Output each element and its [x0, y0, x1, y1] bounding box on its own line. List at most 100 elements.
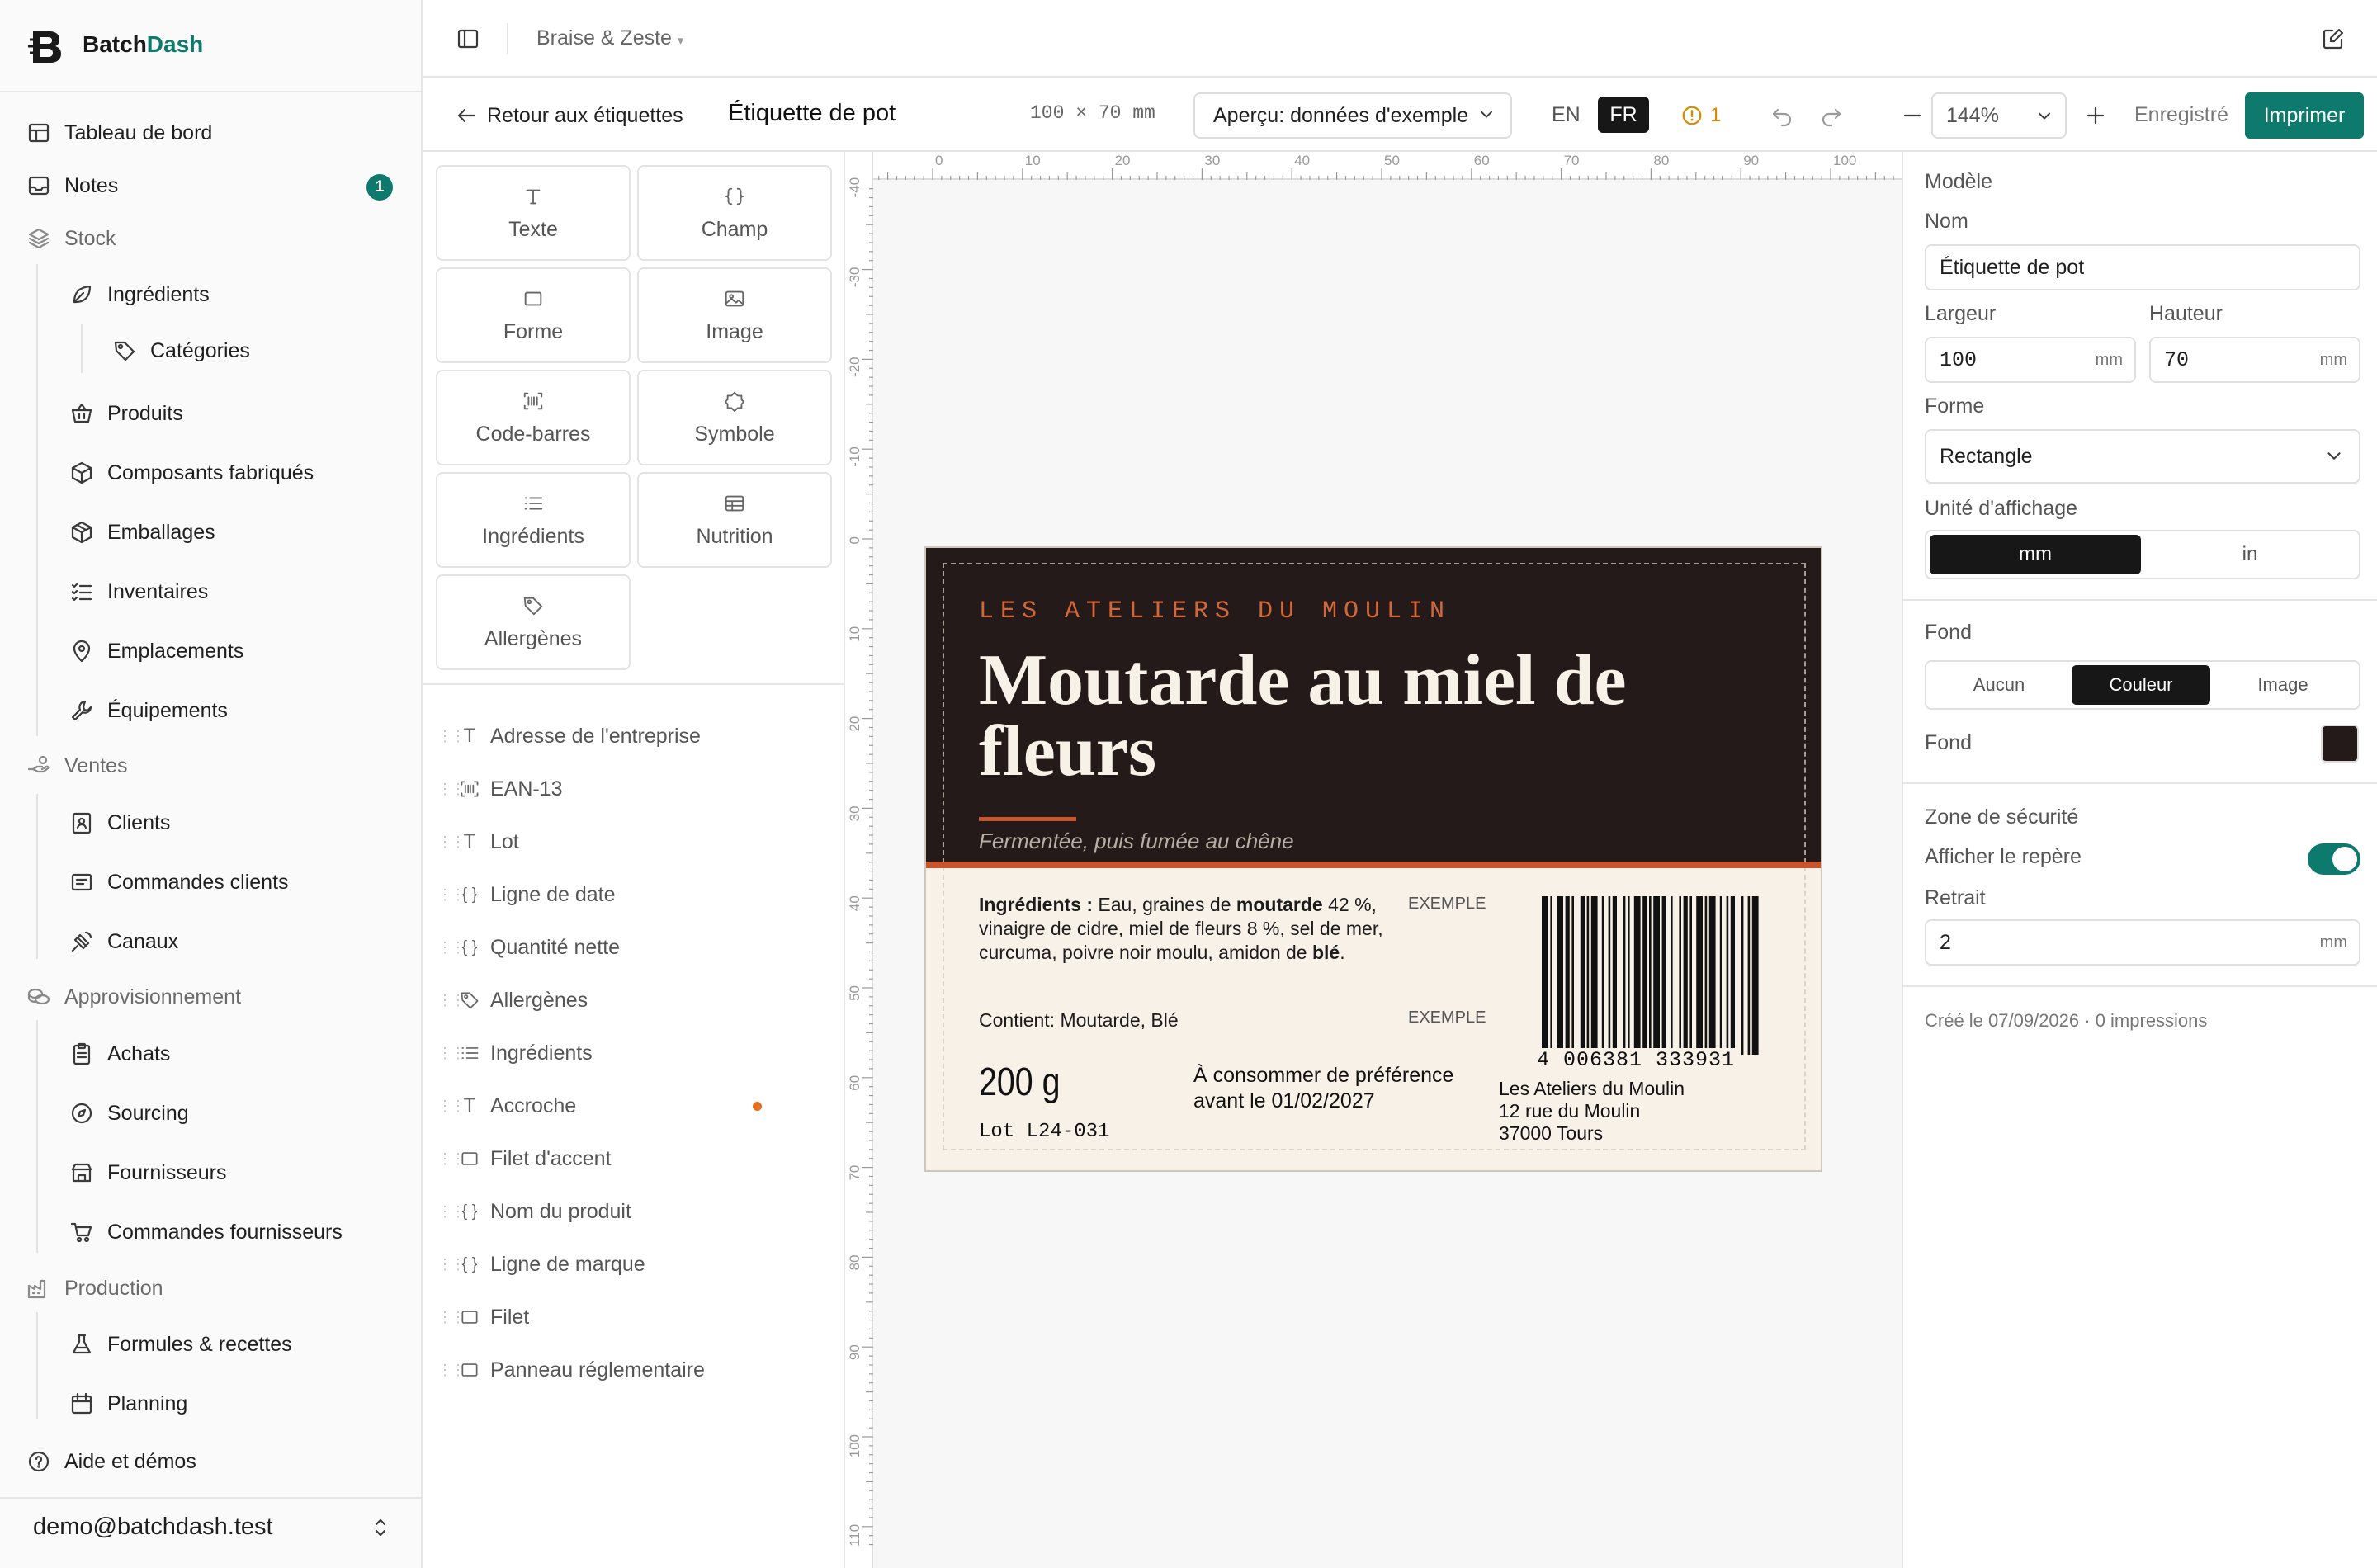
sidebar-item-packaging[interactable]: Emballages	[69, 508, 215, 557]
label-allergens[interactable]: Contient: Moutarde, Blé	[979, 1009, 1179, 1032]
drag-handle-icon[interactable]: ⋮⋮	[437, 1309, 465, 1326]
edit-icon[interactable]	[2321, 26, 2346, 51]
unit-mm-option[interactable]: mm	[1930, 535, 2141, 574]
sidebar-group-supply[interactable]: Approvisionnement	[26, 972, 241, 1022]
warnings-button[interactable]: 1	[1680, 103, 1721, 128]
layer-item[interactable]: ⋮⋮ T Adresse de l'entreprise	[423, 710, 844, 763]
drag-handle-icon[interactable]: ⋮⋮	[437, 1098, 465, 1115]
sidebar-item-channels[interactable]: Canaux	[69, 917, 178, 966]
sidebar-item-products[interactable]: Produits	[69, 389, 183, 438]
layer-item[interactable]: ⋮⋮ Filet d'accent	[423, 1132, 844, 1185]
sidebar-item-notes[interactable]: Notes	[26, 161, 118, 210]
drag-handle-icon[interactable]: ⋮⋮	[437, 834, 465, 851]
sidebar-item-sourcing[interactable]: Sourcing	[69, 1089, 189, 1138]
label-best-before[interactable]: À consommer de préférence avant le 01/02…	[1193, 1063, 1453, 1114]
layer-item[interactable]: ⋮⋮ Allergènes	[423, 974, 844, 1027]
background-color-option[interactable]: Couleur	[2072, 665, 2210, 705]
layer-item[interactable]: ⋮⋮{ } Nom du produit	[423, 1185, 844, 1238]
drag-handle-icon[interactable]: ⋮⋮	[437, 939, 465, 956]
label-preview[interactable]: LES ATELIERS DU MOULIN Moutarde au miel …	[924, 546, 1822, 1172]
label-lot[interactable]: Lot L24-031	[979, 1121, 1109, 1143]
add-text-tile[interactable]: Texte	[436, 165, 631, 261]
sidebar-item-ingredients[interactable]: Ingrédients	[69, 270, 210, 319]
show-guide-toggle[interactable]	[2308, 843, 2360, 875]
layer-item[interactable]: ⋮⋮ T Accroche	[423, 1079, 844, 1132]
lang-fr-button[interactable]: FR	[1598, 97, 1649, 133]
layer-item[interactable]: ⋮⋮{ } Quantité nette	[423, 921, 844, 974]
sidebar-item-suppliers[interactable]: Fournisseurs	[69, 1148, 227, 1197]
background-none-option[interactable]: Aucun	[1930, 665, 2068, 705]
batchdash-logo[interactable]	[28, 28, 63, 64]
label-brand-line[interactable]: LES ATELIERS DU MOULIN	[979, 597, 1451, 626]
undo-icon[interactable]	[1770, 103, 1794, 128]
user-menu[interactable]: demo@batchdash.test	[0, 1500, 421, 1555]
width-input[interactable]: 100 mm	[1925, 337, 2136, 383]
inset-input[interactable]: 2 mm	[1925, 919, 2360, 966]
drag-handle-icon[interactable]: ⋮⋮	[437, 1045, 465, 1062]
back-to-labels-link[interactable]: Retour aux étiquettes	[454, 99, 683, 132]
add-ingredients-tile[interactable]: Ingrédients	[436, 472, 631, 568]
height-input[interactable]: 70 mm	[2149, 337, 2360, 383]
sidebar-item-inventories[interactable]: Inventaires	[69, 567, 208, 616]
workspace-switcher[interactable]: Braise & Zeste ▾	[536, 26, 683, 50]
drag-handle-icon[interactable]: ⋮⋮	[437, 992, 465, 1009]
zoom-out-icon[interactable]	[1900, 103, 1925, 128]
sidebar-item-equipment[interactable]: Équipements	[69, 686, 228, 735]
add-shape-tile[interactable]: Forme	[436, 267, 631, 363]
add-field-tile[interactable]: Champ	[637, 165, 832, 261]
drag-handle-icon[interactable]: ⋮⋮	[437, 728, 465, 745]
drag-handle-icon[interactable]: ⋮⋮	[437, 1150, 465, 1168]
sidebar-item-supplier-orders[interactable]: Commandes fournisseurs	[69, 1207, 343, 1257]
zoom-select[interactable]: 144%	[1931, 92, 2067, 139]
shape-select[interactable]: Rectangle	[1925, 429, 2360, 484]
add-allergens-tile[interactable]: Allergènes	[436, 574, 631, 670]
sidebar-item-dashboard[interactable]: Tableau de bord	[26, 108, 212, 158]
zoom-in-icon[interactable]	[2083, 103, 2108, 128]
sidebar-group-production[interactable]: Production	[26, 1263, 163, 1313]
sidebar-item-locations[interactable]: Emplacements	[69, 626, 243, 676]
drag-handle-icon[interactable]: ⋮⋮	[437, 1362, 465, 1379]
label-product-name[interactable]: Moutarde au miel de fleurs	[979, 645, 1627, 788]
layer-item[interactable]: ⋮⋮ EAN-13	[423, 763, 844, 815]
drag-handle-icon[interactable]: ⋮⋮	[437, 1203, 465, 1221]
add-image-tile[interactable]: Image	[637, 267, 832, 363]
label-barcode[interactable]: 4 006381 333931	[1537, 895, 1784, 1072]
label-company-address[interactable]: Les Ateliers du Moulin 12 rue du Moulin …	[1499, 1078, 1685, 1145]
label-net-weight[interactable]: 200 g	[979, 1060, 1061, 1105]
sidebar-group-stock[interactable]: Stock	[26, 214, 116, 263]
label-divider-rule[interactable]	[926, 862, 1821, 868]
layer-item[interactable]: ⋮⋮ T Lot	[423, 815, 844, 868]
background-image-option[interactable]: Image	[2214, 665, 2352, 705]
drag-handle-icon[interactable]: ⋮⋮	[437, 1256, 465, 1273]
sidebar-item-help[interactable]: Aide et démos	[26, 1437, 196, 1486]
add-barcode-tile[interactable]: Code-barres	[436, 370, 631, 465]
preview-data-select[interactable]: Aperçu: données d'exemple	[1193, 92, 1512, 139]
print-button[interactable]: Imprimer	[2245, 92, 2364, 139]
sidebar-item-purchases[interactable]: Achats	[69, 1029, 170, 1079]
sidebar-item-planning[interactable]: Planning	[69, 1379, 187, 1429]
name-input[interactable]: Étiquette de pot	[1925, 244, 2360, 290]
background-color-swatch[interactable]	[2321, 725, 2359, 763]
sidebar-item-client-orders[interactable]: Commandes clients	[69, 857, 289, 907]
layer-item[interactable]: ⋮⋮ Ingrédients	[423, 1027, 844, 1079]
layer-item[interactable]: ⋮⋮{ } Ligne de date	[423, 868, 844, 921]
sidebar-item-manufactured-components[interactable]: Composants fabriqués	[69, 448, 314, 498]
layer-item[interactable]: ⋮⋮{ } Ligne de marque	[423, 1238, 844, 1291]
sidebar-item-recipes[interactable]: Formules & recettes	[69, 1320, 292, 1369]
label-ingredients[interactable]: Ingrédients : Eau, graines de moutarde 4…	[979, 893, 1408, 965]
sidebar-toggle-icon[interactable]	[456, 26, 480, 51]
sidebar-item-categories[interactable]: Catégories	[112, 326, 250, 375]
drag-handle-icon[interactable]: ⋮⋮	[437, 886, 465, 904]
add-nutrition-tile[interactable]: Nutrition	[637, 472, 832, 568]
label-tagline[interactable]: Fermentée, puis fumée au chêne	[979, 829, 1294, 854]
lang-en-button[interactable]: EN	[1552, 103, 1581, 127]
sidebar-group-sales[interactable]: Ventes	[26, 741, 127, 791]
layer-item[interactable]: ⋮⋮ Filet	[423, 1291, 844, 1344]
layer-item[interactable]: ⋮⋮ Panneau réglementaire	[423, 1344, 844, 1396]
unit-in-option[interactable]: in	[2144, 535, 2356, 574]
drag-handle-icon[interactable]: ⋮⋮	[437, 781, 465, 798]
add-symbol-tile[interactable]: Symbole	[637, 370, 832, 465]
sidebar-item-clients[interactable]: Clients	[69, 798, 170, 848]
label-accent-rule[interactable]	[979, 817, 1076, 821]
redo-icon[interactable]	[1819, 103, 1844, 128]
